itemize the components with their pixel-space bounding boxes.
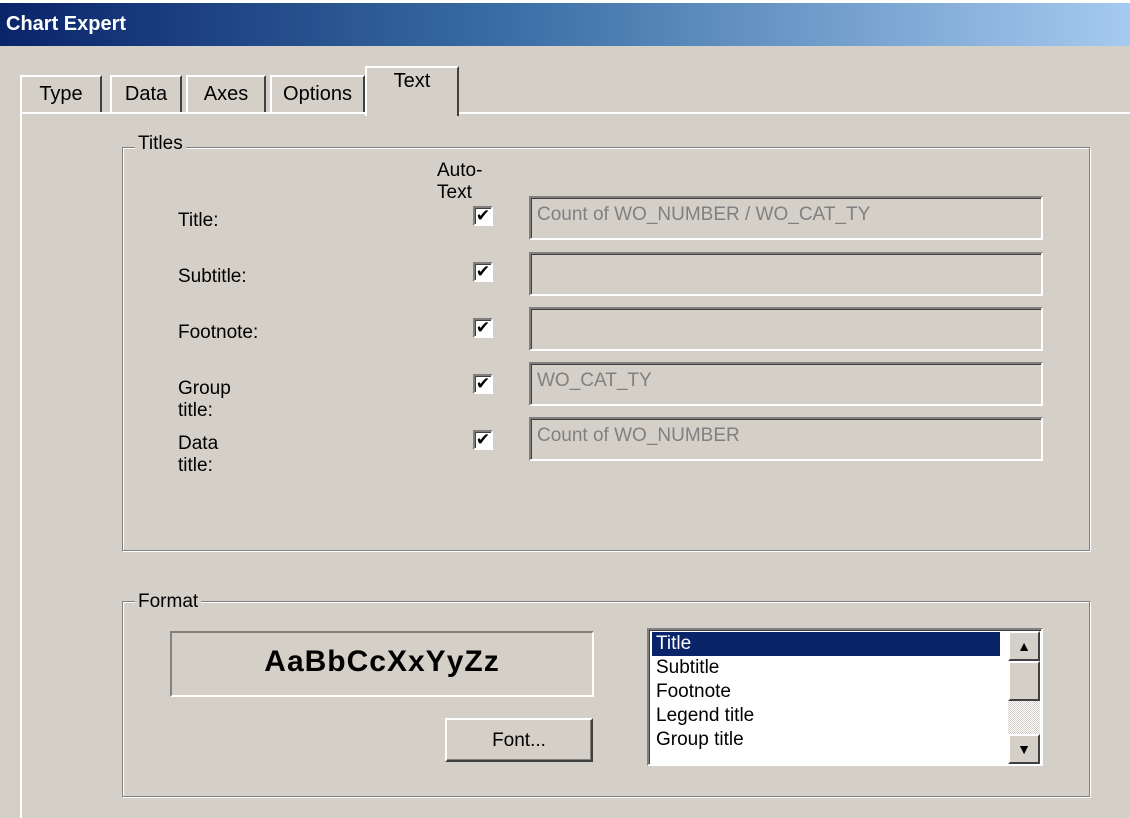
scroll-up-arrow-icon[interactable]: ▲ [1008, 631, 1040, 661]
list-item-group-title[interactable]: Group title [652, 728, 1000, 752]
tab-text[interactable]: Text [365, 66, 459, 116]
data-title-field[interactable]: Count of WO_NUMBER [529, 417, 1043, 461]
data-title-auto-text-checkbox[interactable]: ✔ [473, 430, 493, 450]
subtitle-auto-text-checkbox[interactable]: ✔ [473, 262, 493, 282]
group-title-label: Group title: [178, 378, 231, 421]
chart-expert-window: Chart Expert Type Data Axes Options Text… [0, 0, 1130, 818]
title-bar[interactable]: Chart Expert [0, 0, 1130, 46]
listbox-scrollbar[interactable]: ▲ ▼ [1008, 631, 1040, 764]
data-title-label: Data title: [178, 433, 219, 476]
list-item-title[interactable]: Title [652, 632, 1000, 656]
footnote-field[interactable] [529, 307, 1043, 351]
list-item-legend-title[interactable]: Legend title [652, 704, 1000, 728]
list-item-subtitle[interactable]: Subtitle [652, 656, 1000, 680]
titles-group-label: Titles [135, 133, 186, 155]
scroll-down-arrow-icon[interactable]: ▼ [1008, 734, 1040, 764]
tab-options[interactable]: Options [270, 75, 365, 112]
scrollbar-thumb[interactable] [1008, 661, 1040, 701]
auto-text-header: Auto-Text [437, 160, 483, 203]
subtitle-label: Subtitle: [178, 266, 247, 287]
window-title: Chart Expert [6, 13, 127, 35]
title-element-listbox[interactable]: Title Subtitle Footnote Legend title Gro… [647, 628, 1043, 766]
footnote-auto-text-checkbox[interactable]: ✔ [473, 318, 493, 338]
format-group-label: Format [135, 591, 202, 613]
tab-data[interactable]: Data [110, 75, 182, 112]
list-item-footnote[interactable]: Footnote [652, 680, 1000, 704]
group-title-field[interactable]: WO_CAT_TY [529, 362, 1043, 406]
footnote-label: Footnote: [178, 322, 259, 343]
group-title-auto-text-checkbox[interactable]: ✔ [473, 374, 493, 394]
font-sample-preview: AaBbCcXxYyZz [170, 631, 594, 697]
tab-type[interactable]: Type [20, 75, 102, 112]
title-auto-text-checkbox[interactable]: ✔ [473, 206, 493, 226]
title-field[interactable]: Count of WO_NUMBER / WO_CAT_TY [529, 196, 1043, 240]
title-label: Title: [178, 210, 219, 231]
font-button[interactable]: Font... [445, 718, 593, 762]
subtitle-field[interactable] [529, 252, 1043, 296]
tab-axes[interactable]: Axes [186, 75, 266, 112]
